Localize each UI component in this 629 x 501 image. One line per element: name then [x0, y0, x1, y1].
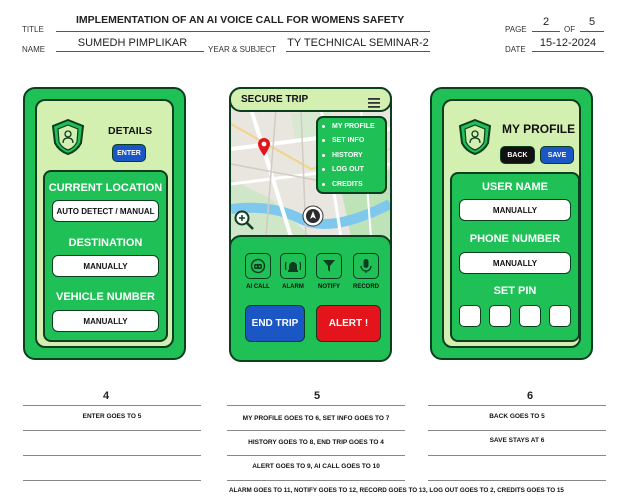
profile-panel: MY PROFILE BACK SAVE USER NAME MANUALLY …: [442, 99, 581, 348]
ai-call-label: AI CALL: [246, 284, 270, 290]
of-label: OF: [564, 25, 576, 34]
top-bar: SECURE TRIP: [229, 87, 392, 112]
nav-note: ENTER GOES TO 5: [82, 413, 142, 420]
screen-my-profile: MY PROFILE BACK SAVE USER NAME MANUALLY …: [430, 87, 593, 360]
zoom-icon[interactable]: [233, 209, 255, 236]
secure-trip-title: SECURE TRIP: [241, 94, 309, 105]
name-value: SUMEDH PIMPLIKAR: [77, 37, 188, 49]
divider: [428, 405, 606, 406]
save-button[interactable]: SAVE: [540, 146, 574, 164]
screen-details: DETAILS ENTER CURRENT LOCATION AUTO DETE…: [23, 87, 186, 360]
destination-field[interactable]: MANUALLY: [52, 255, 159, 277]
date-label: DATE: [505, 45, 526, 54]
dropdown-menu: MY PROFILE SET INFO HISTORY LOG OUT CRED…: [316, 116, 387, 194]
menu-item-set-info[interactable]: SET INFO: [318, 134, 385, 149]
hamburger-menu-icon[interactable]: [368, 95, 380, 113]
screen-number-5: 5: [313, 390, 321, 402]
title-label: TITLE: [22, 25, 44, 34]
vehicle-number-label: VEHICLE NUMBER: [55, 291, 155, 303]
name-label: NAME: [22, 45, 46, 54]
page-total: 5: [588, 16, 596, 28]
nav-note: MY PROFILE GOES TO 6, SET INFO GOES TO 7: [242, 415, 390, 422]
phone-number-field[interactable]: MANUALLY: [459, 252, 571, 274]
record-label: RECORD: [352, 284, 379, 290]
title-underline: [56, 31, 430, 32]
set-pin-label: SET PIN: [493, 285, 537, 297]
user-name-label: USER NAME: [481, 181, 548, 193]
alarm-label: ALARM: [282, 284, 304, 290]
vehicle-number-field[interactable]: MANUALLY: [52, 310, 159, 332]
date-value: 15-12-2024: [539, 37, 597, 49]
shield-person-icon: [458, 118, 492, 160]
divider: [23, 430, 201, 431]
divider: [23, 405, 201, 406]
page-number: 2: [542, 16, 550, 28]
menu-item-credits[interactable]: CREDITS: [318, 177, 385, 192]
divider: [23, 480, 201, 481]
end-trip-button[interactable]: END TRIP: [245, 305, 305, 342]
pin-box-2[interactable]: [489, 305, 511, 327]
notify-icon: [323, 260, 335, 272]
divider: [428, 430, 606, 431]
alert-button[interactable]: ALERT !: [316, 305, 381, 342]
shield-person-icon: [51, 118, 85, 160]
nav-note: ALERT GOES TO 9, AI CALL GOES TO 10: [252, 463, 380, 470]
page-label: PAGE: [505, 25, 527, 34]
user-name-field[interactable]: MANUALLY: [459, 199, 571, 221]
notify-button[interactable]: [316, 253, 342, 279]
name-underline: [56, 51, 204, 52]
pin-box-1[interactable]: [459, 305, 481, 327]
year-subject-value: TY TECHNICAL SEMINAR-2: [287, 37, 429, 49]
year-subject-underline: [286, 51, 430, 52]
details-form: CURRENT LOCATION AUTO DETECT / MANUAL DE…: [43, 170, 168, 342]
map-pin-icon: [257, 137, 271, 162]
robot-icon: [250, 258, 266, 274]
compass-icon[interactable]: [302, 205, 324, 232]
year-subject-label: YEAR & SUBJECT: [208, 45, 277, 54]
date-underline: [532, 51, 604, 52]
menu-item-my-profile[interactable]: MY PROFILE: [318, 119, 385, 134]
divider: [227, 455, 405, 456]
divider: [227, 430, 405, 431]
microphone-icon: [360, 259, 372, 273]
divider: [428, 455, 606, 456]
back-button[interactable]: BACK: [500, 146, 535, 164]
alarm-icon: [284, 261, 302, 272]
screen-number-6: 6: [526, 390, 534, 402]
divider: [23, 455, 201, 456]
divider: [227, 405, 405, 406]
details-panel: DETAILS ENTER CURRENT LOCATION AUTO DETE…: [35, 99, 174, 348]
enter-button[interactable]: ENTER: [112, 144, 146, 162]
divider: [227, 480, 405, 481]
nav-note: SAVE STAYS AT 6: [489, 437, 545, 444]
destination-label: DESTINATION: [68, 237, 143, 249]
current-location-label: CURRENT LOCATION: [48, 182, 163, 194]
notify-label: NOTIFY: [318, 284, 340, 290]
my-profile-title: MY PROFILE: [502, 122, 576, 136]
menu-item-log-out[interactable]: LOG OUT: [318, 163, 385, 178]
profile-form: USER NAME MANUALLY PHONE NUMBER MANUALLY…: [450, 172, 580, 342]
pin-box-3[interactable]: [519, 305, 541, 327]
nav-note: ALARM GOES TO 11, NOTIFY GOES TO 12, REC…: [229, 487, 564, 494]
details-title: DETAILS: [108, 125, 153, 137]
alarm-button[interactable]: [280, 253, 306, 279]
record-button[interactable]: [353, 253, 379, 279]
screen-number-4: 4: [102, 390, 110, 402]
menu-item-history[interactable]: HISTORY: [318, 148, 385, 163]
pin-box-4[interactable]: [549, 305, 571, 327]
nav-note: BACK GOES TO 5: [489, 413, 545, 420]
nav-note: HISTORY GOES TO 8, END TRIP GOES TO 4: [248, 439, 384, 446]
controls-panel: AI CALL ALARM NOTIFY RECORD END TRIP ALE…: [229, 235, 392, 362]
current-location-field[interactable]: AUTO DETECT / MANUAL: [52, 200, 159, 222]
page-underline: [532, 31, 560, 32]
total-underline: [580, 31, 604, 32]
phone-number-label: PHONE NUMBER: [469, 233, 561, 245]
project-title: IMPLEMENTATION OF AN AI VOICE CALL FOR W…: [76, 14, 405, 26]
screen-secure-trip: SECURE TRIP MY PROFILE SET INFO HISTORY …: [229, 87, 392, 362]
ai-call-button[interactable]: [245, 253, 271, 279]
divider: [428, 480, 606, 481]
